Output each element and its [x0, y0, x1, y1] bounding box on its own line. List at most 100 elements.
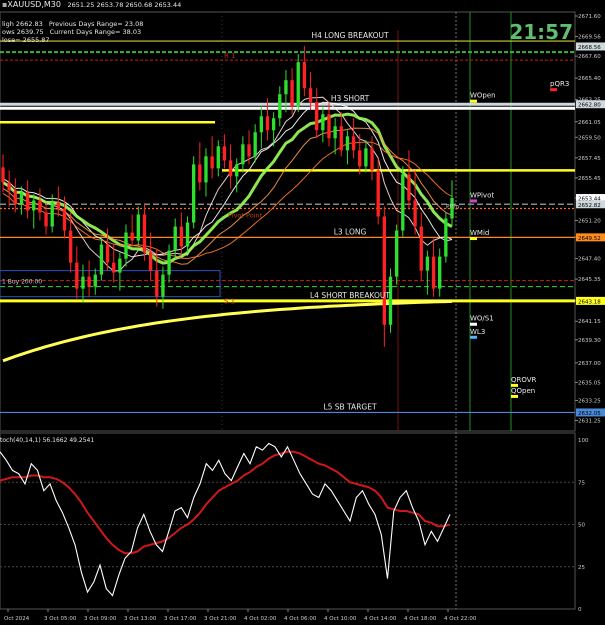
price-tick-label: 2657.45: [578, 156, 601, 162]
price-tick-label: 2655.45: [578, 176, 601, 182]
price-tick-label: 2635.05: [578, 380, 601, 386]
price-tick-label: 2671.60: [578, 14, 601, 20]
candle-body: [99, 244, 104, 275]
price-marker-label: 2662.80: [578, 103, 601, 109]
time-tick-label: 4 Oct 06:00: [284, 616, 317, 622]
candle-body: [302, 62, 307, 89]
candle-body: [68, 230, 73, 263]
price-tick-label: 2631.25: [578, 418, 601, 424]
pivot-marker-label: WL3: [470, 328, 485, 336]
candle-body: [339, 126, 343, 151]
candle-body: [407, 174, 411, 201]
stoch-tick-label: 75: [578, 480, 585, 486]
price-marker-label: 2668.56: [578, 45, 601, 51]
stoch-label: toch(40,14,1) 56.1662 49.2541: [0, 437, 95, 444]
candle-body: [32, 200, 36, 211]
price-tick-label: 2667.60: [578, 54, 601, 60]
candle-body: [87, 276, 91, 287]
candle-body: [419, 226, 423, 271]
pivot-marker: [511, 394, 518, 398]
level-label: L3 LONG: [334, 227, 367, 236]
candle-body: [118, 258, 122, 273]
time-tick-label: 4 Oct 14:00: [364, 616, 397, 622]
time-tick-label: 4 Oct 10:00: [324, 616, 357, 622]
price-tick-label: 2645.35: [578, 277, 601, 283]
candle-body: [265, 116, 270, 131]
level-label: L5 SB TARGET: [323, 402, 377, 411]
candle-body: [228, 160, 233, 177]
price-tick-label: 2659.50: [578, 135, 601, 141]
price-marker-label: 2652.82: [578, 203, 601, 209]
price-tick-label: 2669.56: [578, 34, 601, 40]
candle-body: [44, 212, 48, 227]
price-tick-label: 2641.15: [578, 319, 601, 325]
candle-body: [247, 144, 251, 157]
candle-body: [13, 190, 17, 205]
candle-body: [376, 170, 380, 217]
candle-body: [75, 262, 79, 289]
candle-body: [112, 262, 116, 273]
candle-body: [271, 118, 276, 131]
level-label: L4 SHORT BREAKOUT: [310, 291, 390, 300]
candle-body: [315, 102, 319, 131]
candle-body: [136, 214, 140, 241]
candle-body: [25, 192, 30, 211]
candle-body: [173, 226, 177, 251]
ohlc-values: 2651.25 2653.78 2650.68 2653.44: [67, 1, 182, 9]
candle-body: [1, 167, 5, 183]
candle-body: [235, 164, 239, 177]
candle-body: [216, 146, 220, 169]
candle-body: [7, 182, 11, 191]
stoch-tick-label: 100: [578, 438, 589, 444]
candle-body: [56, 202, 61, 209]
candle-body: [333, 126, 337, 139]
price-tick-label: 2639.30: [578, 338, 601, 344]
candle-body: [296, 62, 300, 107]
price-marker-label: 2649.52: [578, 236, 601, 242]
candle-body: [284, 80, 288, 95]
candle-body: [425, 256, 430, 271]
time-tick-label: 3 Oct 17:00: [164, 616, 197, 622]
pivot-marker-label: WO/S1: [470, 315, 494, 323]
candle-body: [358, 150, 362, 167]
candle-body: [222, 146, 227, 161]
candle-body: [290, 80, 294, 107]
pivot-marker-label: WOpen: [470, 92, 496, 100]
pivot-marker: [470, 237, 477, 241]
time-tick-label: 3 Oct 09:00: [84, 616, 117, 622]
pivot-marker-label: QOpen: [511, 387, 535, 395]
time-tick-label: 4 Oct 18:00: [404, 616, 437, 622]
price-marker-label: 2643.18: [578, 299, 601, 305]
candle-body: [364, 148, 368, 167]
candle-body: [327, 114, 331, 139]
pivot-tag: PPm: [446, 203, 459, 210]
symbol-title: ▪XAUUSD,M30 2651.25 2653.78 2650.68 2653…: [2, 1, 182, 10]
candle-body: [50, 202, 54, 227]
candle-body: [444, 218, 448, 257]
candle-body: [148, 252, 153, 271]
candle-body: [161, 274, 165, 297]
candle-body: [345, 136, 350, 151]
stoch-tick-label: 0: [578, 607, 582, 613]
candle-body: [142, 214, 147, 253]
candle-body: [210, 156, 214, 169]
candle-body: [394, 230, 399, 277]
price-chart[interactable]: H4 LONG BREAKOUT H3 SHORT L3 LONG L4 SHORT …: [0, 0, 605, 625]
candle-body: [370, 148, 374, 171]
time-tick-label: Oct 2024: [4, 616, 30, 622]
candle-body: [431, 256, 436, 289]
candle-body: [278, 94, 282, 119]
pivot-marker-label: S 1: [224, 298, 235, 306]
candle-body: [179, 226, 184, 247]
level-label: H3 SHORT: [331, 94, 370, 103]
candle-body: [382, 216, 387, 325]
close-info: lose= 2655.87: [2, 36, 50, 44]
candle-body: [130, 232, 134, 241]
candle-body: [19, 192, 24, 205]
pivot-marker: [470, 322, 477, 326]
high-info: ligh 2662.83 Previous Days Range= 23.08: [2, 20, 144, 28]
price-tick-label: 2633.25: [578, 398, 601, 404]
price-tick-label: 2665.40: [578, 76, 601, 82]
chart-background: [0, 0, 605, 625]
candle-body: [124, 232, 128, 259]
